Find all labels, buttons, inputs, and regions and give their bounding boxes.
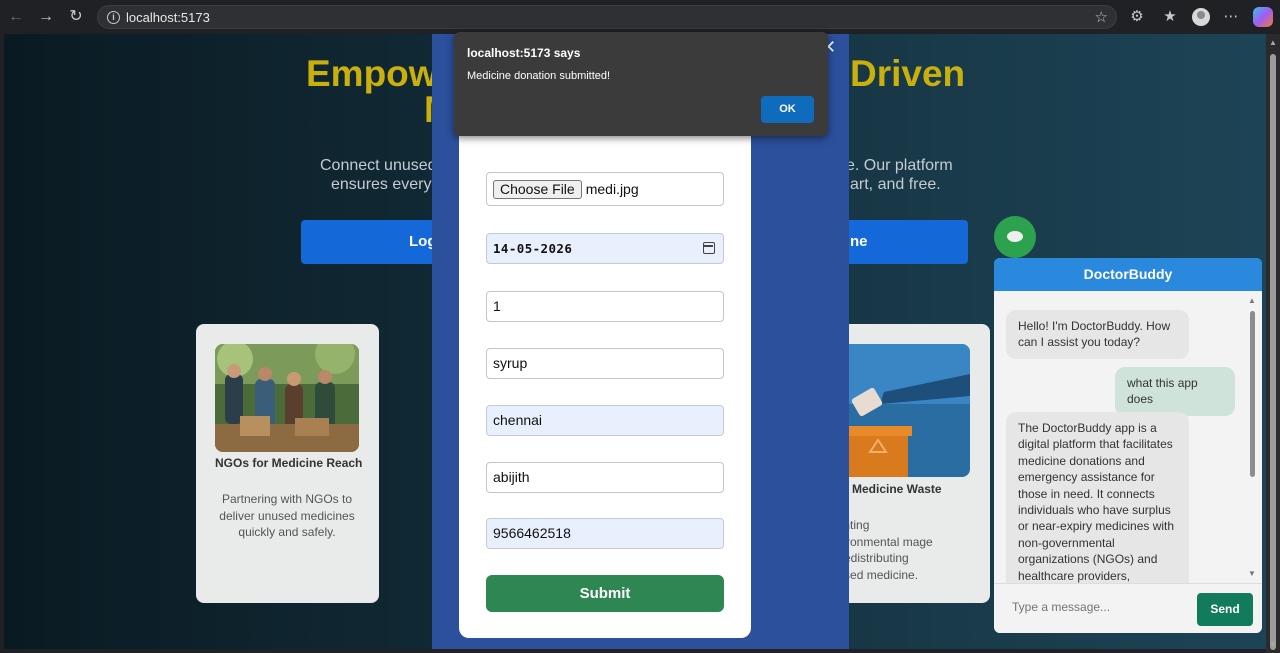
site-info-icon[interactable]: i (107, 11, 120, 24)
card-ngo: NGOs for Medicine Reach Partnering with … (196, 324, 379, 603)
donor-name-field[interactable]: abijith (486, 462, 724, 493)
alert-title: localhost:5173 says (467, 46, 581, 60)
chat-header: DoctorBuddy (994, 258, 1262, 291)
phone-field[interactable]: 9566462518 (486, 518, 724, 549)
hero-subtitle-left-2: ensures every (331, 176, 432, 193)
favorite-star-icon[interactable]: ☆ (1095, 8, 1108, 26)
donation-form: Choose File medi.jpg 14-05-2026 1 syrup c… (459, 98, 751, 638)
expiry-date-field[interactable]: 14-05-2026 (486, 233, 724, 264)
hero-title-left: Empow (306, 53, 438, 94)
card-title: NGOs for Medicine Reach (215, 456, 363, 470)
chat-message-input[interactable] (1012, 600, 1182, 614)
city-field[interactable]: chennai (486, 405, 724, 436)
copilot-icon[interactable] (1253, 7, 1273, 27)
medicine-type-field[interactable]: syrup (486, 348, 724, 379)
choose-file-button[interactable]: Choose File (493, 180, 582, 199)
chat-message-user: what this app does (1115, 367, 1235, 416)
extensions-icon[interactable]: ⚙ (1127, 7, 1147, 27)
file-name: medi.jpg (585, 181, 639, 197)
hero-subtitle-right-1: e. Our platform (846, 157, 953, 174)
favorites-icon[interactable]: ★ (1160, 7, 1180, 27)
chat-widget: DoctorBuddy Hello! I'm DoctorBuddy. How … (994, 258, 1262, 633)
alert-dialog: localhost:5173 says Medicine donation su… (454, 32, 828, 136)
chat-scrollbar[interactable]: ▲ ▼ (1247, 294, 1258, 580)
hero-subtitle-left-1: Connect unused (320, 157, 437, 174)
ok-button[interactable]: OK (761, 96, 814, 123)
chat-input-row: Send (994, 583, 1262, 633)
browser-toolbar: ← → ↻ i localhost:5173 ☆ ⚙ ★ ⋯ (0, 0, 1280, 34)
send-button[interactable]: Send (1197, 593, 1253, 626)
hero-title-right: Driven (850, 53, 966, 94)
page-scrollbar[interactable]: ▲ ▼ (1266, 34, 1280, 653)
calendar-icon[interactable] (703, 242, 715, 254)
ngo-volunteers-image (215, 344, 359, 452)
file-upload-field[interactable]: Choose File medi.jpg (486, 172, 724, 206)
more-menu-icon[interactable]: ⋯ (1221, 7, 1241, 27)
card-description: Partnering with NGOs to deliver unused m… (219, 492, 355, 539)
chat-toggle-button[interactable] (994, 216, 1036, 258)
quantity-field[interactable]: 1 (486, 291, 724, 322)
chat-message-bot: Hello! I'm DoctorBuddy. How can I assist… (1006, 310, 1189, 359)
hero-subtitle-right-2: art, and free. (850, 176, 941, 193)
profile-avatar[interactable] (1192, 8, 1210, 26)
reload-icon[interactable]: ↻ (66, 7, 86, 27)
forward-icon[interactable]: → (36, 7, 56, 27)
alert-message: Medicine donation submitted! (467, 70, 611, 82)
expiry-date-value: 14-05-2026 (493, 241, 573, 256)
submit-button[interactable]: Submit (486, 575, 724, 612)
address-url[interactable]: localhost:5173 (126, 10, 210, 25)
address-bar[interactable]: i localhost:5173 ☆ (97, 5, 1117, 29)
back-icon[interactable]: ← (6, 7, 26, 27)
chat-message-bot: The DoctorBuddy app is a digital platfor… (1006, 412, 1189, 590)
